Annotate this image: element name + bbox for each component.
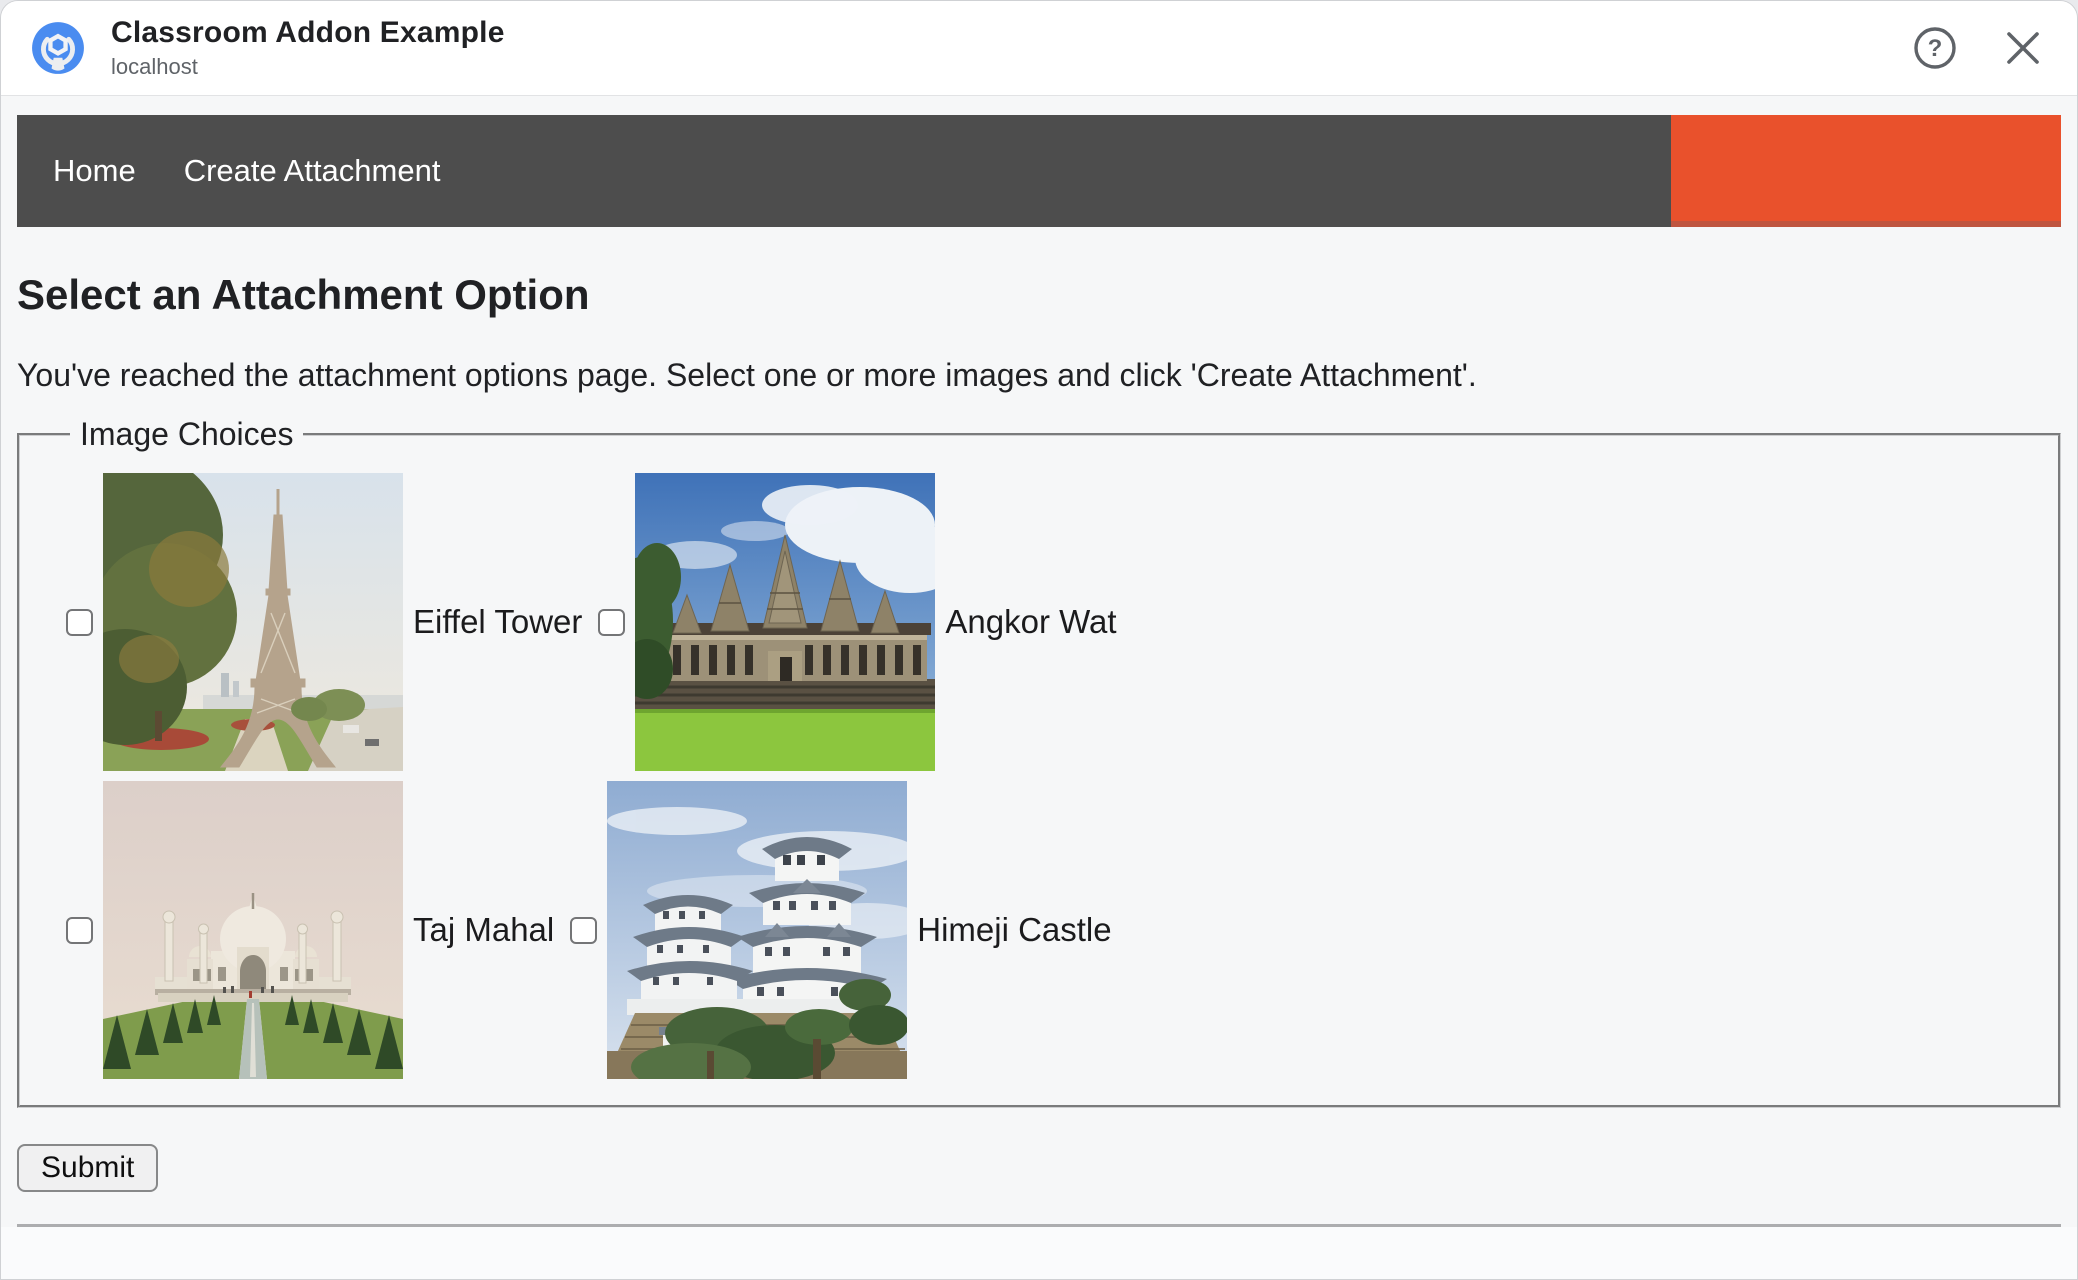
option-row-1: Eiffel Tower Angkor Wat bbox=[66, 473, 2038, 771]
app-logo-wrench-icon bbox=[32, 22, 84, 74]
angkor-wat-image bbox=[635, 473, 936, 771]
taj-mahal-checkbox[interactable] bbox=[66, 916, 93, 944]
option-label: Taj Mahal bbox=[413, 911, 555, 948]
option-angkor-wat: Angkor Wat bbox=[598, 473, 1132, 771]
submit-button[interactable]: Submit bbox=[17, 1144, 159, 1192]
himeji-castle-image bbox=[607, 781, 908, 1079]
option-row-2: Taj Mahal Himeji Castle bbox=[66, 781, 2038, 1079]
taj-mahal-image bbox=[103, 781, 403, 1079]
nav-item-home[interactable]: Home bbox=[53, 153, 136, 189]
image-choices-legend: Image Choices bbox=[80, 416, 294, 452]
dialog-title: Classroom Addon Example bbox=[111, 16, 505, 49]
addon-page: Home Create Attachment Select an Attachm… bbox=[1, 115, 2077, 1279]
close-button[interactable] bbox=[1999, 24, 2047, 72]
close-x-icon bbox=[2007, 32, 2039, 64]
dialog-origin: localhost bbox=[111, 54, 198, 79]
option-eiffel-tower: Eiffel Tower bbox=[66, 473, 598, 771]
help-button[interactable]: ? bbox=[1911, 24, 1959, 72]
header-text-block: Classroom Addon Example localhost bbox=[111, 15, 505, 81]
option-label: Angkor Wat bbox=[945, 603, 1117, 640]
eiffel-tower-checkbox[interactable] bbox=[66, 608, 93, 636]
page-title: Select an Attachment Option bbox=[17, 271, 590, 318]
option-label: Himeji Castle bbox=[917, 911, 1112, 948]
navbar-orange-banner bbox=[1671, 115, 2061, 227]
image-choices-fieldset: Image Choices Eiffel Tower Angkor Wat Ta… bbox=[17, 416, 2061, 1108]
dialog-header: Classroom Addon Example localhost ? bbox=[1, 1, 2077, 96]
addon-dialog: Classroom Addon Example localhost ? Home… bbox=[0, 0, 2078, 1280]
page-description: You've reached the attachment options pa… bbox=[17, 357, 1477, 393]
eiffel-tower-image bbox=[103, 473, 403, 771]
option-label: Eiffel Tower bbox=[413, 603, 583, 640]
nav-item-create-attachment[interactable]: Create Attachment bbox=[184, 153, 441, 189]
footer-area bbox=[1, 1227, 2077, 1279]
angkor-wat-checkbox[interactable] bbox=[598, 608, 626, 636]
himeji-castle-checkbox[interactable] bbox=[570, 916, 598, 944]
navbar: Home Create Attachment bbox=[17, 115, 2061, 227]
help-circle-icon: ? bbox=[1914, 27, 1956, 69]
option-himeji-castle: Himeji Castle bbox=[570, 781, 1127, 1079]
svg-text:?: ? bbox=[1928, 35, 1943, 62]
option-taj-mahal: Taj Mahal bbox=[66, 781, 570, 1079]
